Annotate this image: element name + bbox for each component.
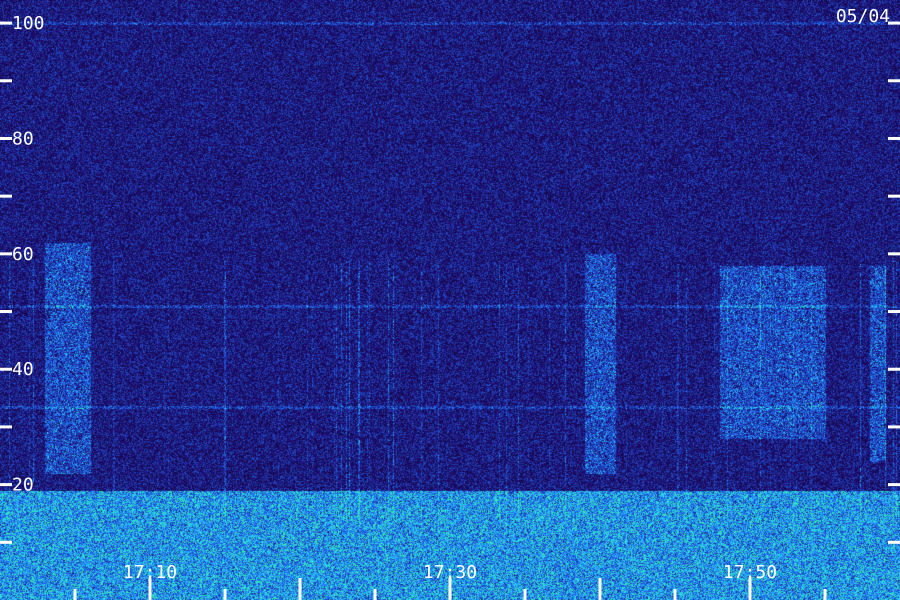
y-tick-label: 20 [12, 475, 34, 496]
y-tick-label: 60 [12, 244, 34, 265]
date-label: 05/04 [836, 6, 890, 27]
x-tick-label: 17:10 [123, 562, 177, 583]
spectrogram-noise-layer [0, 0, 900, 600]
y-tick-label: 100 [12, 13, 45, 34]
y-tick-label: 80 [12, 128, 34, 149]
x-tick-label: 17:50 [723, 562, 777, 583]
y-tick-label: 40 [12, 359, 34, 380]
x-tick-label: 17:30 [423, 562, 477, 583]
spectrogram-chart: 100 80 60 40 20 17:10 17:30 17:50 05/04 [0, 0, 900, 600]
